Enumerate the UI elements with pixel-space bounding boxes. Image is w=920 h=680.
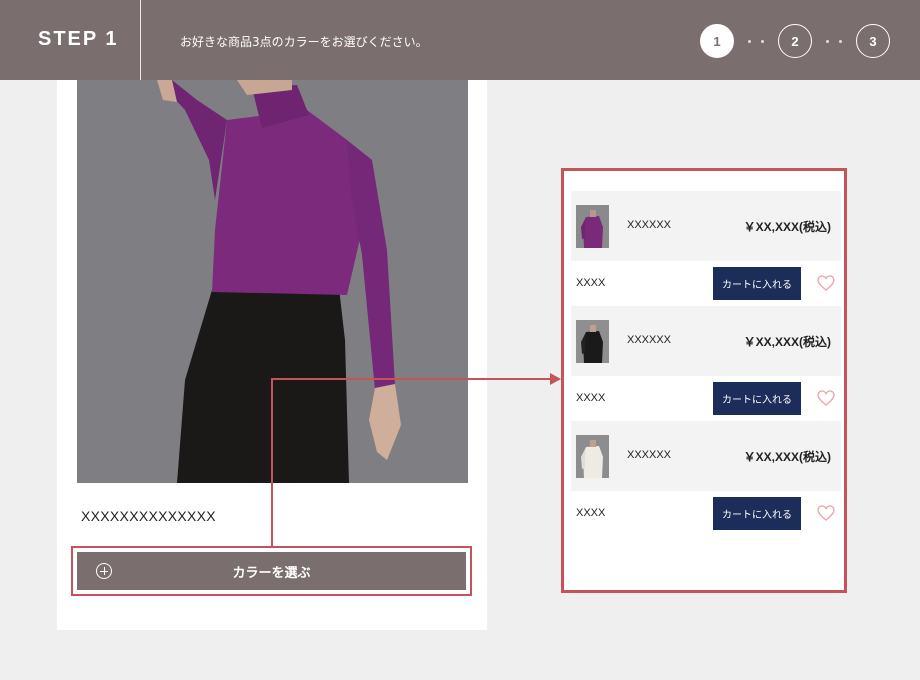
header-divider	[140, 0, 141, 80]
item-price: ￥XX,XXX(税込)	[743, 335, 831, 349]
add-to-cart-button[interactable]: カートに入れる	[713, 497, 801, 530]
color-thumbnail	[576, 205, 609, 248]
step-header: STEP 1 お好きな商品3点のカラーをお選びください。 1 2 3	[0, 0, 920, 80]
item-name: XXXXXX	[627, 449, 672, 461]
color-item[interactable]: XXXXXX ￥XX,XXX(税込)	[571, 306, 841, 376]
step-circle-3: 3	[856, 24, 890, 58]
item-size: XXXX	[576, 507, 606, 519]
item-name: XXXXXX	[627, 219, 672, 231]
heart-outline-icon[interactable]	[817, 275, 835, 291]
step-dots	[812, 39, 856, 43]
heart-outline-icon[interactable]	[817, 390, 835, 406]
step-label: STEP 1	[38, 28, 119, 50]
heart-outline-icon[interactable]	[817, 505, 835, 521]
add-to-cart-button[interactable]: カートに入れる	[713, 382, 801, 415]
color-item-actions: XXXX カートに入れる	[571, 261, 841, 306]
product-photo[interactable]	[77, 80, 468, 483]
color-thumbnail	[576, 320, 609, 363]
color-item[interactable]: XXXXXX ￥XX,XXX(税込)	[571, 191, 841, 261]
color-item-actions: XXXX カートに入れる	[571, 491, 841, 536]
step-dots	[734, 39, 778, 43]
step-circle-1: 1	[700, 24, 734, 58]
product-name: XXXXXXXXXXXXXX	[81, 508, 216, 524]
select-color-button[interactable]: カラーを選ぶ	[77, 552, 466, 590]
step-circle-2: 2	[778, 24, 812, 58]
add-to-cart-button[interactable]: カートに入れる	[713, 267, 801, 300]
step-indicator: 1 2 3	[700, 24, 890, 58]
color-item-actions: XXXX カートに入れる	[571, 376, 841, 421]
select-color-label: カラーを選ぶ	[232, 565, 311, 581]
instruction-text: お好きな商品3点のカラーをお選びください。	[180, 35, 428, 49]
item-name: XXXXXX	[627, 334, 672, 346]
item-price: ￥XX,XXX(税込)	[743, 450, 831, 464]
item-size: XXXX	[576, 277, 606, 289]
color-list: XXXXXX ￥XX,XXX(税込) XXXX カートに入れる XXXXXX ￥…	[571, 191, 841, 536]
color-item[interactable]: XXXXXX ￥XX,XXX(税込)	[571, 421, 841, 491]
plus-circle-icon	[96, 563, 112, 579]
color-thumbnail	[576, 435, 609, 478]
item-size: XXXX	[576, 392, 606, 404]
item-price: ￥XX,XXX(税込)	[743, 220, 831, 234]
